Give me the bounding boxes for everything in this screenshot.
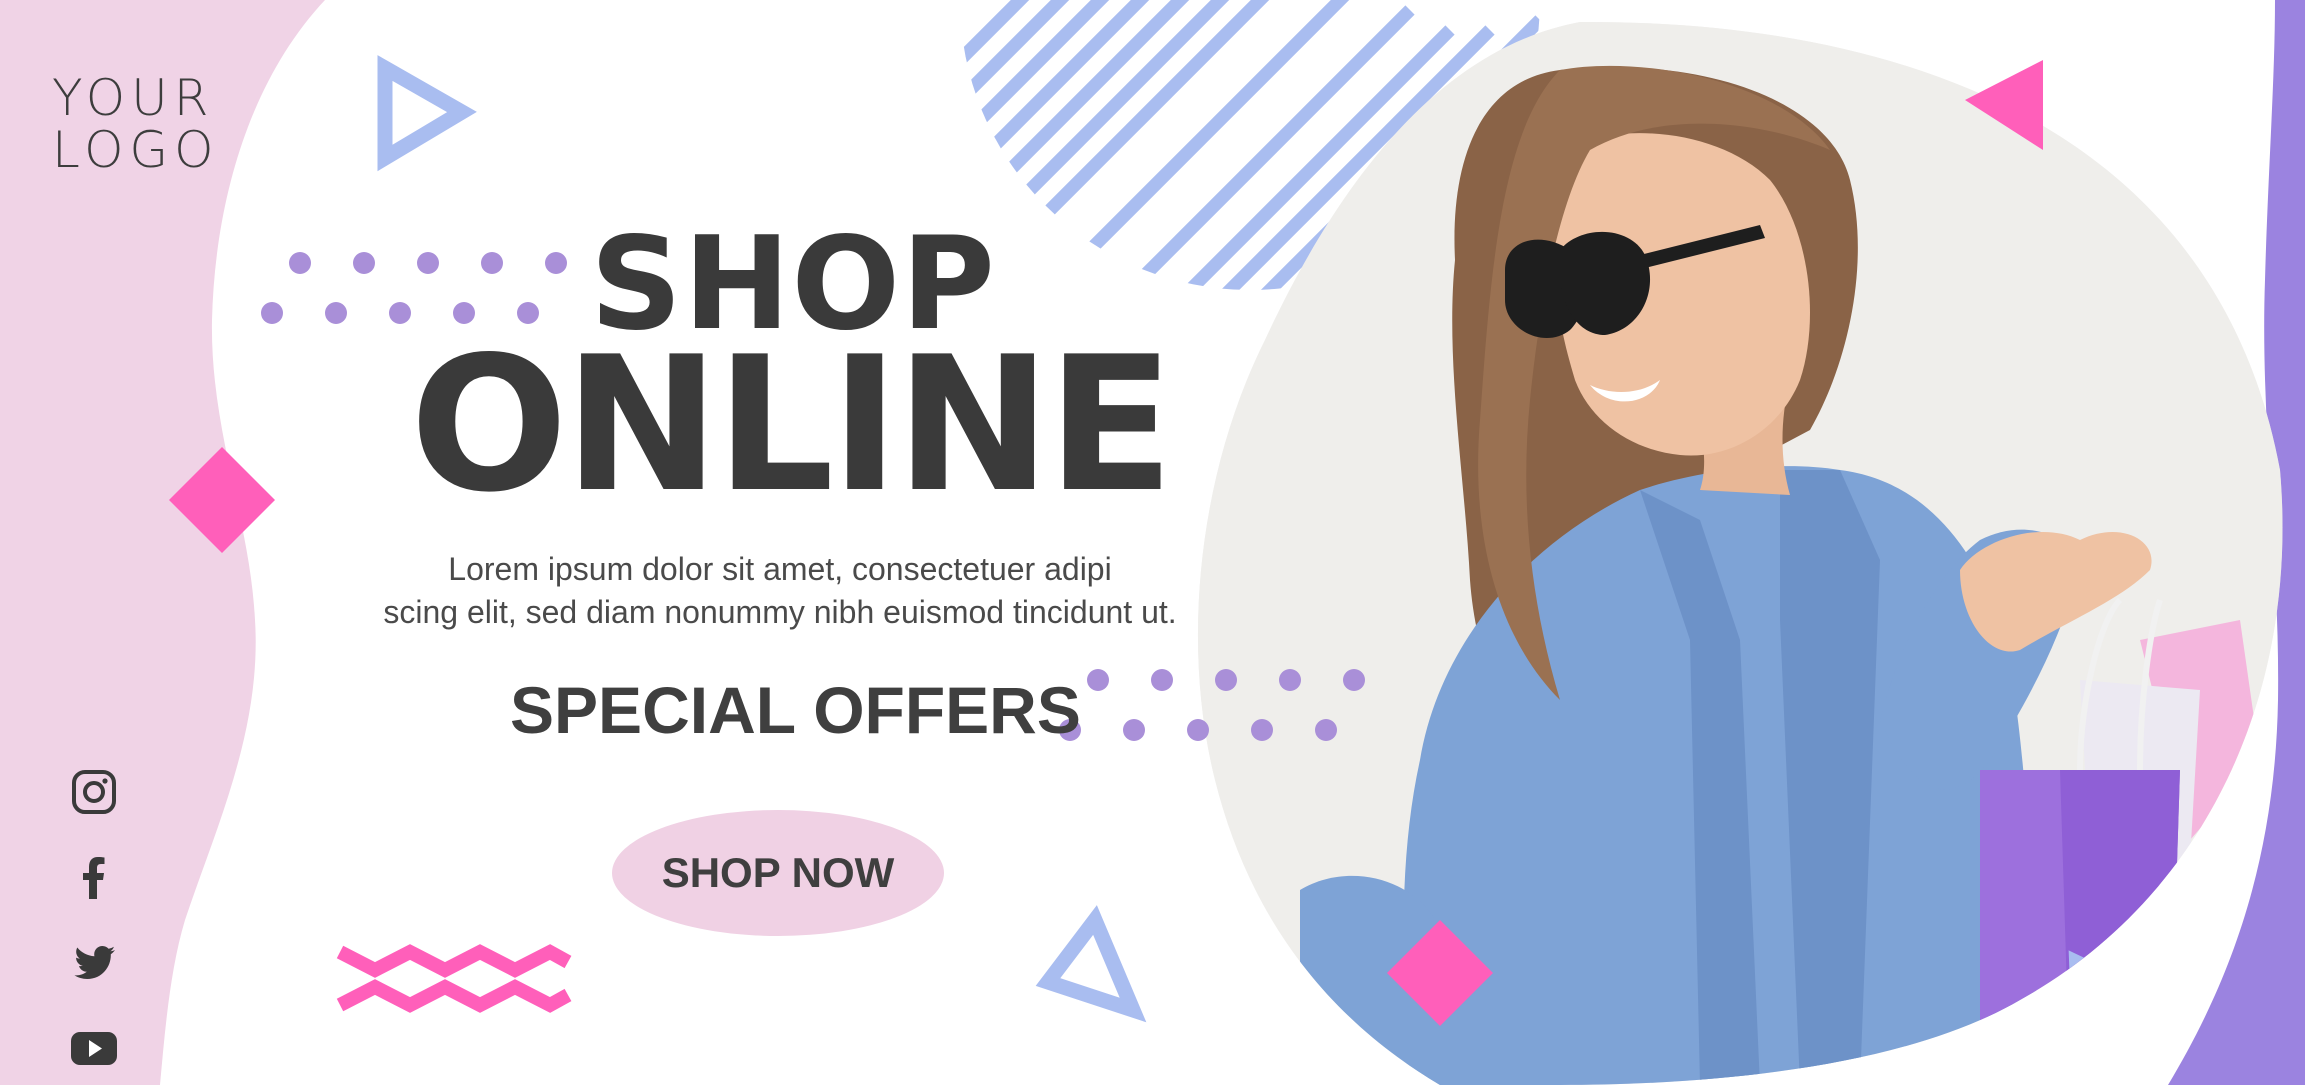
zigzag-top xyxy=(336,944,572,978)
shop-online-banner: YOUR LOGO SHOP ONLINE Lorem ipsum dolor … xyxy=(0,0,2305,1085)
youtube-icon-glyph xyxy=(71,1032,117,1065)
youtube-icon[interactable] xyxy=(66,1020,122,1076)
logo-line-1: YOUR xyxy=(52,69,215,127)
twitter-icon-glyph xyxy=(74,946,115,979)
dots-top xyxy=(261,252,567,324)
facebook-icon-glyph xyxy=(83,857,105,899)
body-line-1: Lorem ipsum dolor sit amet, consectetuer… xyxy=(448,551,1112,587)
body-copy: Lorem ipsum dolor sit amet, consectetuer… xyxy=(340,548,1220,634)
body-line-2: scing elit, sed diam nonummy nibh euismo… xyxy=(383,594,1177,630)
shop-now-button[interactable]: SHOP NOW xyxy=(612,810,944,936)
instagram-icon[interactable] xyxy=(66,764,122,820)
instagram-icon-glyph xyxy=(72,770,116,814)
zigzag-bottom xyxy=(336,979,572,1013)
twitter-icon[interactable] xyxy=(66,935,122,991)
triangle-outline-top xyxy=(377,55,477,172)
special-offers-heading: SPECIAL OFFERS xyxy=(510,673,1081,747)
banner-background xyxy=(0,0,2305,1085)
headline-online: ONLINE xyxy=(409,316,1174,533)
brand-logo[interactable]: YOUR LOGO xyxy=(52,72,222,176)
triangle-outline-bottom xyxy=(1035,905,1147,1023)
facebook-icon[interactable] xyxy=(66,850,122,906)
logo-line-2: LOGO xyxy=(52,121,220,179)
